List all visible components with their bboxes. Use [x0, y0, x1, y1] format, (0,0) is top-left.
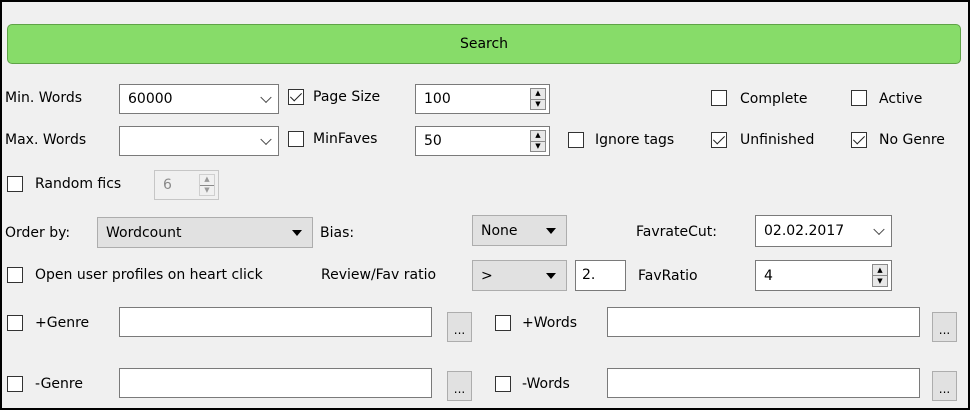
- fav-ratio-spinbox[interactable]: 4 ▲ ▼: [755, 260, 892, 291]
- favrate-cut-value: 02.02.2017: [764, 223, 845, 239]
- min-words-value: 60000: [128, 91, 173, 107]
- spin-up-icon[interactable]: ▲: [531, 131, 545, 141]
- order-by-dropdown[interactable]: Wordcount: [97, 217, 313, 248]
- min-faves-spinbox[interactable]: 50 ▲ ▼: [415, 126, 550, 156]
- chevron-down-icon: [260, 91, 272, 104]
- page-size-checkbox[interactable]: [288, 89, 304, 105]
- review-fav-ratio-operator-dropdown[interactable]: >: [472, 260, 567, 291]
- search-button-label: Search: [459, 36, 509, 52]
- active-checkbox[interactable]: [851, 90, 867, 106]
- minus-words-label: -Words: [522, 376, 570, 392]
- no-genre-checkbox[interactable]: [851, 132, 867, 148]
- minus-words-checkbox[interactable]: [495, 376, 511, 392]
- min-words-combo[interactable]: 60000: [119, 84, 279, 114]
- bias-label: Bias:: [320, 225, 355, 241]
- random-fics-label: Random fics: [35, 176, 122, 192]
- review-fav-ratio-operator: >: [481, 267, 493, 284]
- max-words-combo[interactable]: [119, 126, 279, 156]
- fav-ratio-label: FavRatio: [638, 268, 698, 284]
- spin-up-icon[interactable]: ▲: [200, 175, 214, 185]
- dropdown-arrow-icon: [292, 229, 302, 236]
- min-faves-value: 50: [424, 133, 442, 149]
- minus-genre-checkbox[interactable]: [7, 376, 23, 392]
- spin-down-icon[interactable]: ▼: [200, 184, 214, 196]
- review-fav-ratio-input[interactable]: 2.: [575, 260, 626, 291]
- spin-down-icon[interactable]: ▼: [531, 140, 545, 152]
- minus-genre-label: -Genre: [35, 376, 83, 392]
- open-profiles-checkbox[interactable]: [7, 267, 23, 283]
- unfinished-checkbox[interactable]: [711, 132, 727, 148]
- plus-words-browse-button[interactable]: ...: [932, 312, 957, 342]
- min-faves-label: MinFaves: [313, 131, 378, 147]
- bias-dropdown[interactable]: None: [472, 215, 567, 246]
- random-fics-value: 6: [163, 177, 172, 193]
- page-size-label: Page Size: [313, 89, 381, 105]
- order-by-label: Order by:: [5, 225, 71, 241]
- min-faves-checkbox[interactable]: [288, 131, 304, 147]
- ignore-tags-checkbox[interactable]: [568, 132, 584, 148]
- spin-down-icon[interactable]: ▼: [873, 275, 887, 286]
- active-label: Active: [879, 91, 923, 107]
- open-profiles-label: Open user profiles on heart click: [35, 267, 263, 283]
- complete-checkbox[interactable]: [711, 90, 727, 106]
- minus-genre-input[interactable]: [119, 368, 432, 398]
- review-fav-ratio-value: 2.: [582, 267, 596, 283]
- spin-up-icon[interactable]: ▲: [873, 265, 887, 275]
- favrate-cut-label: FavrateCut:: [636, 224, 717, 240]
- chevron-down-icon: [260, 133, 272, 146]
- ignore-tags-label: Ignore tags: [595, 132, 675, 148]
- plus-genre-label: +Genre: [35, 315, 90, 331]
- plus-words-input[interactable]: [607, 307, 920, 337]
- dropdown-arrow-icon: [546, 227, 556, 234]
- plus-words-checkbox[interactable]: [495, 315, 511, 331]
- fav-ratio-value: 4: [764, 267, 773, 284]
- bias-value: None: [481, 222, 518, 239]
- plus-genre-browse-button[interactable]: ...: [447, 312, 472, 342]
- page-size-value: 100: [424, 91, 451, 107]
- random-fics-spinbox[interactable]: 6 ▲ ▼: [154, 170, 219, 200]
- plus-words-label: +Words: [522, 315, 578, 331]
- complete-label: Complete: [740, 91, 808, 107]
- plus-genre-checkbox[interactable]: [7, 315, 23, 331]
- search-options-panel: Search Min. Words 60000 Page Size 100 ▲ ▼…: [0, 0, 970, 410]
- random-fics-checkbox[interactable]: [7, 176, 23, 192]
- review-fav-ratio-label: Review/Fav ratio: [321, 267, 437, 283]
- no-genre-label: No Genre: [879, 132, 945, 148]
- order-by-value: Wordcount: [106, 224, 182, 241]
- page-size-spinbox[interactable]: 100 ▲ ▼: [415, 84, 550, 114]
- min-words-label: Min. Words: [5, 90, 83, 106]
- max-words-label: Max. Words: [5, 132, 87, 148]
- minus-words-browse-button[interactable]: ...: [932, 371, 957, 401]
- search-button[interactable]: Search: [7, 24, 961, 64]
- minus-genre-browse-button[interactable]: ...: [447, 371, 472, 401]
- spin-down-icon[interactable]: ▼: [531, 98, 545, 110]
- plus-genre-input[interactable]: [119, 307, 432, 337]
- minus-words-input[interactable]: [607, 368, 920, 398]
- favrate-cut-date-picker[interactable]: 02.02.2017: [755, 215, 892, 247]
- unfinished-label: Unfinished: [740, 132, 815, 148]
- spin-up-icon[interactable]: ▲: [531, 89, 545, 99]
- chevron-down-icon: [873, 223, 885, 236]
- dropdown-arrow-icon: [546, 272, 556, 279]
